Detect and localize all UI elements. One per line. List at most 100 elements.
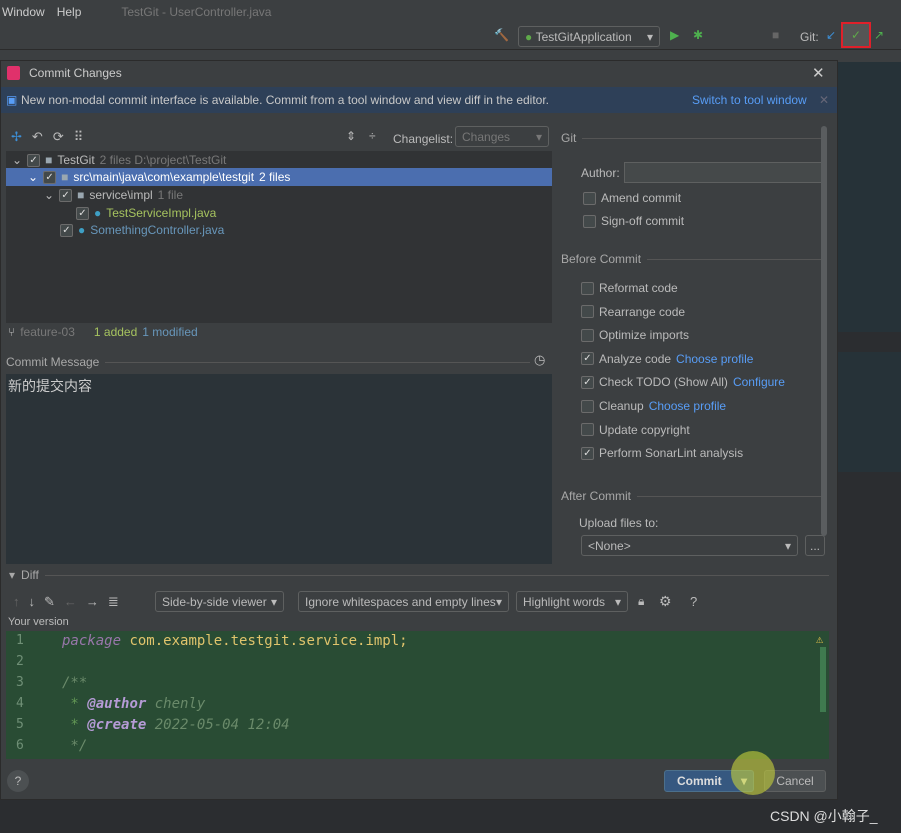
- checkbox[interactable]: [581, 328, 594, 342]
- checkbox[interactable]: [581, 399, 594, 413]
- git-section: Git: [561, 131, 823, 145]
- forward-icon[interactable]: →: [86, 594, 99, 610]
- git-commit-icon[interactable]: ✓: [841, 22, 871, 48]
- before-commit-option[interactable]: ✓ Perform SonarLint analysis: [581, 444, 743, 462]
- debug-icon[interactable]: ✱: [693, 28, 703, 42]
- help-button[interactable]: ?: [7, 770, 29, 792]
- diff-section[interactable]: ▾ Diff: [9, 568, 829, 582]
- right-panel-scrollbar[interactable]: [821, 126, 827, 536]
- before-commit-option[interactable]: ✓ Analyze code Choose profile: [581, 350, 753, 368]
- move-icon[interactable]: ✢: [11, 129, 22, 145]
- checkbox[interactable]: ✓: [43, 170, 57, 184]
- option-label: Reformat code: [599, 281, 678, 295]
- expand-all-icon[interactable]: ⇕: [346, 129, 356, 143]
- menu-window[interactable]: Window: [2, 5, 45, 19]
- checkbox[interactable]: ✓: [581, 375, 594, 389]
- edit-icon[interactable]: ✎: [44, 594, 55, 610]
- line-number: 2: [16, 654, 24, 669]
- git-update-icon[interactable]: ↙: [826, 28, 836, 42]
- before-commit-option[interactable]: Update copyright: [581, 421, 690, 439]
- code-line: * @author chenly: [62, 696, 206, 712]
- status-line: ⑂ feature-03 1 added 1 modified: [8, 325, 198, 339]
- tree-node-package[interactable]: ⌄ ✓ ■ src\main\java\com\example\testgit 2 fi…: [6, 168, 552, 186]
- changes-toolbar: ✢ ↶ ⟳ ⠿: [11, 129, 83, 145]
- checkbox[interactable]: ✓: [76, 206, 89, 220]
- tree-file-modified[interactable]: ✓ ● SomethingController.java: [60, 221, 224, 239]
- cursor-highlight: [731, 751, 775, 795]
- run-config-dropdown[interactable]: ● TestGitApplication ▾: [518, 26, 660, 47]
- history-icon[interactable]: ◷: [534, 352, 545, 368]
- stop-icon[interactable]: ■: [772, 28, 779, 42]
- option-link[interactable]: Configure: [733, 375, 785, 389]
- collapse-all-icon[interactable]: ÷: [369, 129, 376, 143]
- checkbox[interactable]: [581, 305, 594, 319]
- dismiss-icon[interactable]: ✕: [819, 93, 829, 107]
- refresh-icon[interactable]: ⟳: [53, 129, 64, 145]
- option-label: Rearrange code: [599, 304, 686, 319]
- run-icon[interactable]: ▶: [670, 28, 679, 42]
- info-banner: ▣ New non-modal commit interface is avai…: [1, 87, 837, 113]
- line-number: 4: [16, 696, 24, 711]
- diff-editor[interactable]: ⚠ 1 package com.example.testgit.service.i…: [6, 631, 829, 759]
- upload-more-button[interactable]: ...: [805, 535, 825, 556]
- commit-message-input[interactable]: 新的提交内容: [6, 374, 552, 564]
- before-commit-option[interactable]: Optimize imports: [581, 326, 689, 344]
- option-link[interactable]: Choose profile: [649, 399, 726, 413]
- before-commit-option[interactable]: Cleanup Choose profile: [581, 397, 726, 415]
- option-label: Perform SonarLint analysis: [599, 446, 744, 461]
- code-line: /**: [62, 675, 88, 691]
- group-by-icon[interactable]: ⠿: [74, 129, 84, 145]
- checkbox[interactable]: ✓: [59, 188, 73, 202]
- diff-help-icon[interactable]: ?: [690, 594, 697, 609]
- menu-help[interactable]: Help: [57, 5, 82, 19]
- hammer-icon[interactable]: 🔨: [494, 28, 509, 42]
- next-diff-icon[interactable]: ↓: [29, 594, 36, 610]
- author-input[interactable]: [624, 162, 824, 183]
- code-line: package com.example.testgit.service.impl…: [62, 633, 408, 649]
- whitespace-dropdown[interactable]: Ignore whitespaces and empty lines ▾: [298, 591, 509, 612]
- option-label: Cleanup: [599, 399, 644, 413]
- amend-commit-checkbox[interactable]: Amend commit: [583, 189, 681, 207]
- viewer-dropdown[interactable]: Side-by-side viewer ▾: [155, 591, 284, 612]
- branch-icon: ⑂: [8, 325, 16, 339]
- class-icon: ●: [78, 223, 86, 237]
- after-commit-section: After Commit: [561, 489, 823, 503]
- highlight-dropdown[interactable]: Highlight words ▾: [516, 591, 628, 612]
- signoff-commit-checkbox[interactable]: Sign-off commit: [583, 212, 684, 230]
- line-number: 3: [16, 675, 24, 690]
- switch-to-tool-window-link[interactable]: Switch to tool window: [692, 93, 807, 107]
- author-label: Author:: [581, 166, 620, 180]
- before-commit-option[interactable]: Rearrange code: [581, 303, 685, 321]
- tree-node-root[interactable]: ⌄ ✓ ■ TestGit 2 files D:\project\TestGit: [12, 151, 226, 169]
- tree-node-folder[interactable]: ⌄ ✓ ■ service\impl 1 file: [44, 186, 183, 204]
- back-icon[interactable]: ←: [64, 594, 77, 610]
- main-toolbar: 🔨 ● TestGitApplication ▾ ▶ ✱ ■ Git: ↙ ✓ ↗: [0, 22, 901, 50]
- upload-dropdown[interactable]: <None> ▾: [581, 535, 798, 556]
- checkbox[interactable]: ✓: [60, 223, 73, 237]
- prev-diff-icon[interactable]: ↑: [13, 594, 20, 610]
- diff-scrollbar[interactable]: [820, 647, 826, 712]
- lock-icon[interactable]: 🔒︎: [638, 594, 644, 609]
- rollback-icon[interactable]: ↶: [32, 129, 43, 145]
- changelist-label: Changelist:: [393, 132, 454, 146]
- tree-file-added[interactable]: ✓ ● TestServiceImpl.java: [76, 204, 216, 222]
- option-link[interactable]: Choose profile: [676, 352, 753, 366]
- code-line: * @create 2022-05-04 12:04: [62, 717, 290, 733]
- git-label: Git:: [800, 30, 819, 44]
- close-icon[interactable]: ✕: [812, 64, 825, 82]
- before-commit-option[interactable]: Reformat code: [581, 279, 678, 297]
- gear-icon[interactable]: ⚙: [659, 593, 672, 610]
- git-push-icon[interactable]: ↗: [874, 28, 884, 42]
- checkbox[interactable]: ✓: [27, 153, 41, 167]
- before-commit-option[interactable]: ✓ Check TODO (Show All) Configure: [581, 373, 785, 391]
- checkbox[interactable]: [581, 281, 594, 295]
- your-version-label: Your version: [8, 616, 69, 628]
- checkbox[interactable]: ✓: [581, 352, 594, 366]
- list-icon[interactable]: ≣: [108, 594, 119, 610]
- checkbox[interactable]: [581, 423, 594, 437]
- changelist-dropdown[interactable]: Changes ▾: [455, 126, 549, 147]
- checkbox[interactable]: ✓: [581, 446, 594, 460]
- line-number: 1: [16, 633, 24, 648]
- menubar: Window Help TestGit - UserController.jav…: [0, 0, 901, 24]
- upload-label: Upload files to:: [579, 516, 659, 530]
